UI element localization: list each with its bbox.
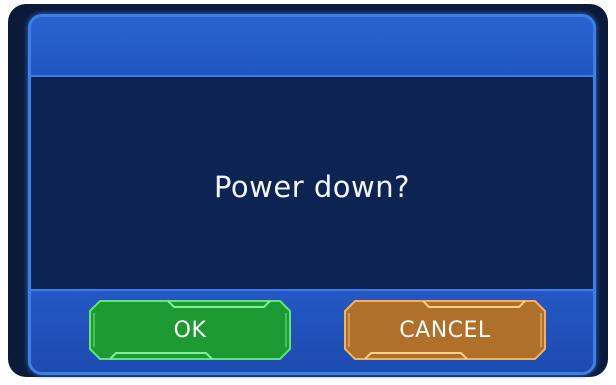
screen: Power down? OK CANCEL xyxy=(0,0,616,385)
cancel-button[interactable]: CANCEL xyxy=(343,299,547,361)
ok-button[interactable]: OK xyxy=(88,299,292,361)
dialog-message: Power down? xyxy=(213,170,411,204)
dialog-button-bar: OK CANCEL xyxy=(31,289,593,372)
ok-button-label: OK xyxy=(173,317,207,343)
power-down-dialog: Power down? OK CANCEL xyxy=(28,14,596,375)
dialog-title xyxy=(31,36,51,56)
dialog-content: Power down? xyxy=(31,77,593,291)
cancel-button-label: CANCEL xyxy=(399,317,491,343)
dialog-title-bar xyxy=(31,17,593,77)
